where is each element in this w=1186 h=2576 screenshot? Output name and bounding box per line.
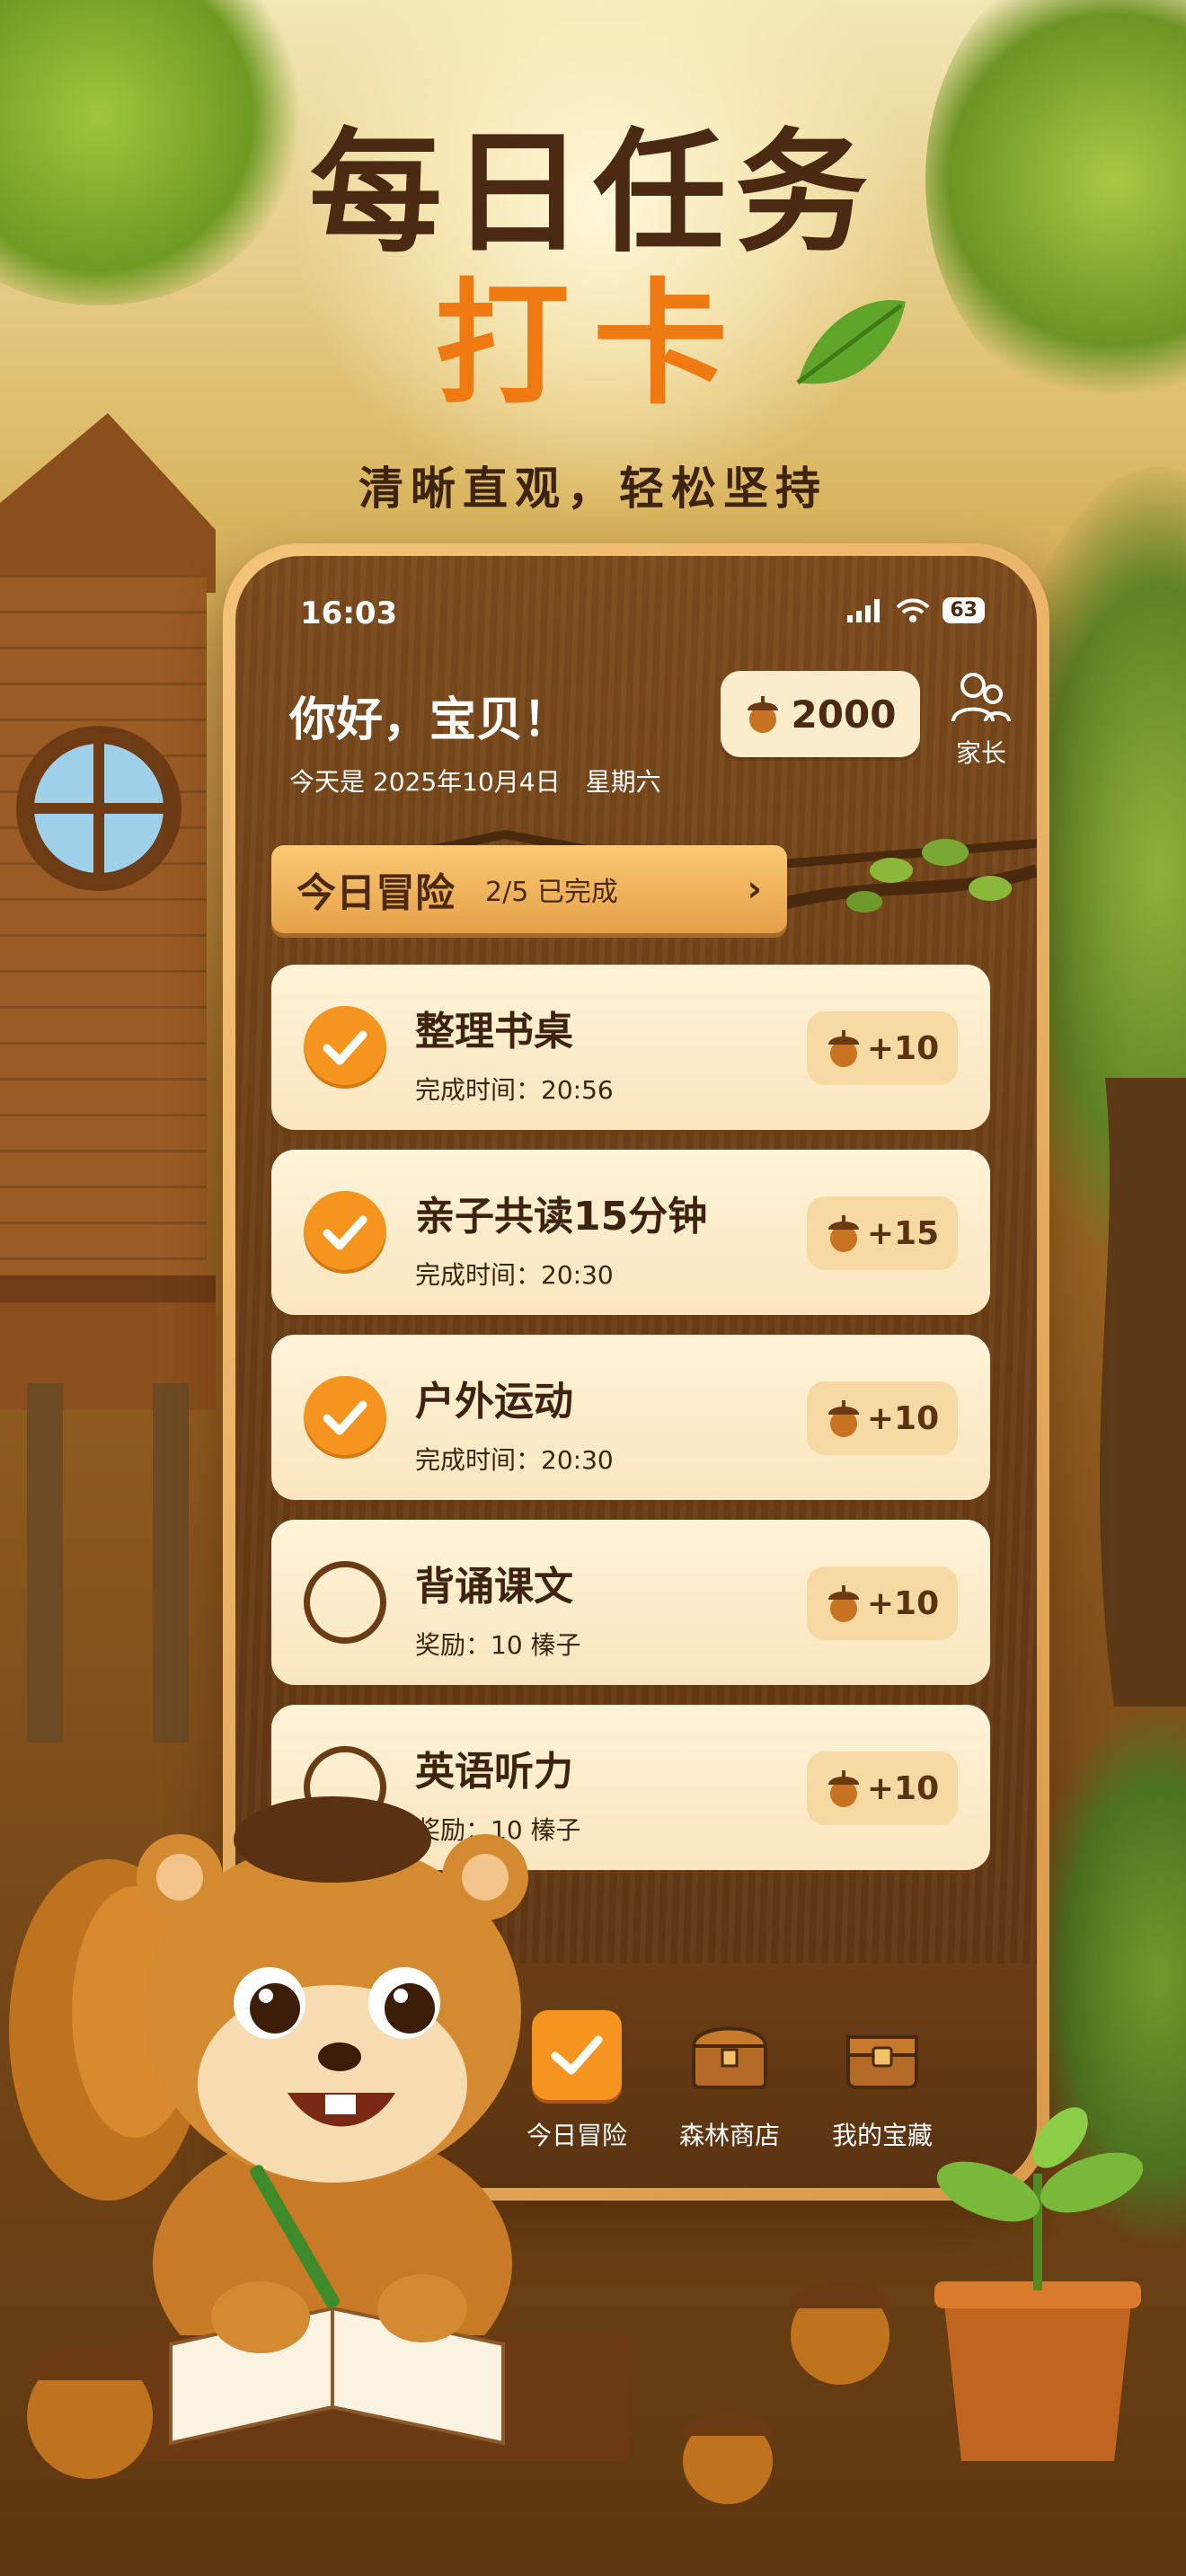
greeting: 你好，宝贝！ (289, 693, 571, 747)
headline-subtitle: 打卡 (434, 267, 751, 423)
check-circle-icon[interactable] (304, 1191, 386, 1274)
empty-circle-icon[interactable] (304, 1561, 386, 1644)
tab-forest-shop[interactable]: 森林商店 (658, 2010, 801, 2152)
tab-my-treasure[interactable]: 我的宝藏 (810, 2010, 954, 2152)
wifi-icon (896, 598, 930, 622)
headline-tagline: 清晰直观，轻松坚持 (358, 463, 828, 515)
tree-trunk (1099, 1078, 1186, 1707)
reward-badge: +10 (807, 1566, 958, 1640)
task-subtitle: 完成时间：20:30 (415, 1445, 614, 1475)
headline: 每日任务 打卡 清晰直观，轻松坚持 (0, 117, 1186, 517)
reward-badge: +10 (807, 1381, 958, 1455)
reward-value: +10 (866, 1029, 940, 1067)
acorn-icon (828, 1770, 859, 1807)
task-subtitle: 完成时间：20:56 (415, 1075, 614, 1105)
task-card[interactable]: 背诵课文奖励：10 榛子 +10 (271, 1520, 990, 1685)
acorn-icon (828, 1400, 859, 1437)
chevron-right-icon: › (747, 869, 762, 910)
task-card[interactable]: 亲子共读15分钟完成时间：20:30 +15 (271, 1150, 990, 1315)
reward-value: +10 (866, 1399, 940, 1437)
acorn-icon (828, 1030, 859, 1067)
treasure-chest-icon (837, 2010, 927, 2100)
status-icons: 63 (847, 597, 985, 623)
treehouse-illustration (0, 413, 216, 1742)
task-title: 亲子共读15分钟 (415, 1194, 708, 1239)
parent-button[interactable]: 家长 (945, 671, 1017, 770)
tab-label: 我的宝藏 (831, 2121, 933, 2150)
acorn-icon (747, 696, 778, 733)
reward-value: +10 (866, 1584, 940, 1622)
headline-title: 每日任务 (309, 116, 877, 270)
banner-title: 今日冒险 (296, 870, 455, 916)
reward-badge: +10 (807, 1011, 958, 1085)
parent-label: 家长 (955, 738, 1006, 768)
coin-count: 2000 (791, 692, 897, 737)
reward-value: +10 (866, 1769, 940, 1807)
reward-value: +15 (866, 1214, 940, 1252)
banner-progress: 2/5 已完成 (485, 877, 618, 908)
acorn-icon (828, 1585, 859, 1622)
date-text: 今天是 2025年10月4日 星期六 (289, 767, 661, 797)
signal-icon (847, 598, 881, 622)
acorn-icon (828, 1215, 859, 1252)
reward-badge: +10 (807, 1751, 958, 1825)
task-subtitle: 奖励：10 榛子 (415, 1630, 581, 1660)
status-bar: 16:03 63 (235, 595, 1037, 640)
task-card[interactable]: 整理书桌完成时间：20:56 +10 (271, 965, 990, 1130)
leaf-icon (796, 300, 906, 385)
shop-chest-icon (685, 2010, 774, 2100)
parent-icon (951, 673, 1011, 722)
task-subtitle: 完成时间：20:30 (415, 1260, 614, 1290)
task-card[interactable]: 户外运动完成时间：20:30 +10 (271, 1335, 990, 1500)
squirrel-mascot (9, 1796, 629, 2461)
task-title: 户外运动 (415, 1379, 573, 1425)
tab-label: 森林商店 (678, 2121, 780, 2150)
check-circle-icon[interactable] (304, 1006, 386, 1089)
status-time: 16:03 (300, 595, 398, 631)
task-title: 整理书桌 (415, 1009, 573, 1054)
adventure-banner[interactable]: 今日冒险 2/5 已完成 › (271, 845, 787, 933)
task-title: 背诵课文 (415, 1564, 573, 1610)
coin-balance[interactable]: 2000 (721, 671, 920, 757)
reward-badge: +15 (807, 1196, 958, 1270)
battery-icon: 63 (943, 597, 985, 623)
check-circle-icon[interactable] (304, 1376, 386, 1459)
